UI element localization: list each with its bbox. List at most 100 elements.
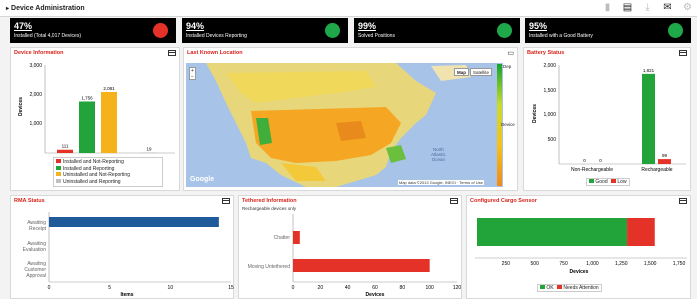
- x-tick-label: Non-Rechargeable: [571, 167, 613, 173]
- satellite-type-button[interactable]: Satellite: [470, 68, 493, 76]
- midwest-region: [336, 121, 366, 141]
- category-label: Awaiting Customer Approval: [24, 261, 46, 279]
- x-tick-label: 0: [48, 285, 51, 291]
- page-title: ▸ Device Administration: [6, 5, 85, 12]
- pdf-icon[interactable]: ▤: [622, 2, 633, 13]
- data-label: 0: [599, 158, 602, 163]
- data-label: 0: [583, 158, 586, 163]
- x-tick-label: 1,750: [673, 261, 686, 267]
- panel-battery-status: Battery Status 2,000 1,500 1,000 500 Dev…: [523, 47, 691, 191]
- kpi-value[interactable]: 95%: [529, 21, 547, 31]
- bar[interactable]: [658, 159, 671, 164]
- y-tick-label: 2,000: [543, 63, 556, 69]
- bar[interactable]: [141, 152, 157, 154]
- battery-legend: Good Low: [586, 178, 630, 186]
- map-type-button[interactable]: Map: [454, 68, 469, 76]
- map-credit[interactable]: Map data ©2013 Google, INEGI · Terms of …: [398, 180, 484, 185]
- x-axis-label: Devices: [366, 292, 385, 298]
- bar[interactable]: [79, 101, 95, 153]
- mail-icon[interactable]: ✉: [662, 2, 673, 13]
- legend-label[interactable]: OK: [546, 285, 553, 291]
- kpi-label: Installed with a Good Battery: [529, 33, 593, 39]
- location-map[interactable]: + − Map Satellite North Atlantic Ocean Go…: [186, 63, 503, 187]
- bar[interactable]: [49, 217, 219, 227]
- x-tick-label: 1,000: [586, 261, 599, 267]
- legend-label: Uninstalled and Not-Reporting: [63, 172, 130, 178]
- battery-chart: 2,000 1,500 1,000 500 Devices Non-Rechar…: [532, 63, 686, 173]
- legend-label[interactable]: Needs Attention: [563, 285, 598, 291]
- rma-chart: Awaiting Receipt Awaiting Evaluation Await…: [23, 212, 234, 298]
- kpi-status-indicator: [325, 23, 340, 38]
- legend-swatch: [557, 285, 563, 289]
- collapse-arrow-icon[interactable]: ▸: [6, 6, 9, 12]
- tethered-chart: Chatter Moving Untethered 0 20 40 60 80 100 12…: [248, 214, 462, 298]
- x-tick-label: 750: [559, 261, 568, 267]
- y-tick-label: 500: [548, 137, 557, 143]
- device-info-legend: Installed and Not-Reporting Installed an…: [53, 157, 163, 187]
- kpi-status-indicator: [153, 23, 168, 38]
- zoom-out-icon[interactable]: −: [191, 74, 194, 80]
- legend-label: Installed and Reporting: [63, 165, 115, 172]
- download-icon[interactable]: ⤓: [642, 2, 653, 13]
- bar[interactable]: [627, 218, 655, 246]
- category-label: Awaiting Evaluation: [23, 241, 47, 253]
- bar[interactable]: [293, 259, 430, 272]
- zoom-control[interactable]: + −: [189, 67, 196, 80]
- x-tick-label: 5: [108, 285, 111, 291]
- legend-swatch: [540, 285, 545, 289]
- monitor-icon[interactable]: ▭: [507, 49, 514, 57]
- legend-swatch: [611, 179, 617, 183]
- legend-label[interactable]: Low: [617, 179, 626, 185]
- legend-item[interactable]: Uninstalled and Reporting: [56, 178, 160, 186]
- x-tick-label: 60: [372, 285, 378, 291]
- data-label: 1,821: [643, 68, 655, 73]
- kpi-reporting[interactable]: 94% Installed Devices Reporting: [182, 18, 348, 43]
- bar[interactable]: [57, 149, 73, 153]
- kpi-good-battery[interactable]: 95% Installed with a Good Battery: [525, 18, 691, 43]
- settings-icon[interactable]: ⚙: [682, 2, 693, 13]
- panel-device-information: Device Information 3,000 2,000 1,000 Dev…: [10, 47, 180, 191]
- y-axis-label: Devices: [532, 104, 538, 123]
- data-label: 111: [62, 144, 69, 149]
- page-title-text: Device Administration: [11, 4, 85, 12]
- kpi-solved-positions[interactable]: 99% Solved Positions: [354, 18, 520, 43]
- data-label: 1,756: [81, 95, 93, 100]
- bar[interactable]: [642, 73, 655, 164]
- top-bar: ▸ Device Administration ▮ ▤ ⤓ ✉ ⚙: [0, 0, 697, 17]
- ocean-label: North Atlantic Ocean: [431, 147, 446, 162]
- data-label: 99: [662, 153, 668, 158]
- kpi-label: Installed Devices Reporting: [186, 33, 247, 39]
- kpi-status-indicator: [668, 23, 683, 38]
- panel-configured-cargo-sensor: Configured Cargo Sensor 250 500 750 1,000 1,…: [466, 195, 691, 299]
- dashboard-page: ▸ Device Administration ▮ ▤ ⤓ ✉ ⚙ 47% Ins…: [0, 0, 697, 299]
- panel-rma-status: RMA Status Awaiting Receipt Awaiting Evalu…: [10, 195, 234, 299]
- x-tick-label: Rechargeable: [641, 167, 672, 173]
- bar[interactable]: [477, 218, 628, 246]
- y-axis-label: Devices: [18, 97, 24, 116]
- kpi-label: Installed (Total 4,017 Devices): [14, 33, 81, 39]
- y-tick-label: 1,000: [543, 112, 556, 118]
- kpi-label: Solved Positions: [358, 33, 395, 39]
- x-tick-label: 1,250: [615, 261, 628, 267]
- x-tick-label: 120: [453, 285, 462, 291]
- legend-label[interactable]: Good: [595, 179, 607, 185]
- legend-swatch: [56, 159, 61, 163]
- kpi-value[interactable]: 47%: [14, 21, 32, 31]
- x-tick-label: 0: [292, 285, 295, 291]
- y-tick-label: 3,000: [29, 63, 42, 69]
- bar[interactable]: [101, 91, 117, 153]
- kpi-installed[interactable]: 47% Installed (Total 4,017 Devices): [10, 18, 176, 43]
- bar[interactable]: [293, 231, 300, 244]
- category-label: Moving Untethered: [248, 264, 290, 270]
- cargo-legend: OK Needs Attention: [537, 284, 602, 292]
- legend-swatch: [589, 179, 594, 183]
- kpi-value[interactable]: 99%: [358, 21, 376, 31]
- google-logo: Google: [190, 176, 215, 183]
- category-label: Awaiting Receipt: [27, 220, 46, 232]
- data-label: 19: [146, 146, 152, 151]
- legend-swatch: [56, 165, 61, 170]
- bookmark-icon[interactable]: ▮: [602, 2, 613, 13]
- x-tick-label: 40: [345, 285, 351, 291]
- kpi-value[interactable]: 94%: [186, 21, 204, 31]
- x-tick-label: 80: [400, 285, 406, 291]
